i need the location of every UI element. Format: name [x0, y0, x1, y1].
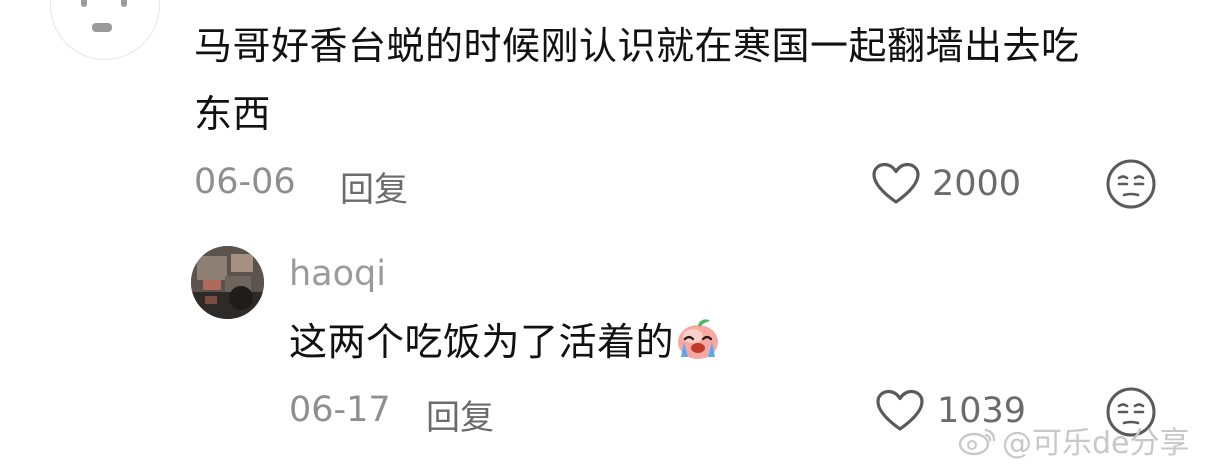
commenter-avatar[interactable]: [50, 0, 160, 60]
reply-button-2[interactable]: 回复: [426, 390, 494, 439]
heart-outline-icon[interactable]: [871, 162, 921, 206]
comment-date: 06-06: [194, 162, 296, 202]
weibo-watermark: @可乐de分享: [958, 420, 1190, 461]
reply-username[interactable]: haoqi: [289, 254, 386, 294]
weibo-logo-icon: [958, 424, 998, 456]
comment-text-line-2: 东西: [194, 92, 272, 136]
avatar-right-eye: [121, 0, 127, 7]
heart-outline-icon[interactable]: [875, 389, 925, 433]
avatar-left-eye: [81, 0, 87, 7]
reply-button[interactable]: 回复: [340, 162, 408, 211]
reply-user-avatar[interactable]: [191, 246, 264, 319]
reply-date: 06-17: [289, 390, 391, 430]
unamused-face-icon[interactable]: [1105, 158, 1157, 210]
comment-text-line-1: 马哥好香台蜕的时候刚认识就在寒国一起翻墙出去吃: [194, 24, 1080, 68]
reply-comment-text: 这两个吃饭为了活着的: [289, 314, 722, 370]
reply-text: 这两个吃饭为了活着的: [289, 320, 675, 364]
crying-peach-emoji: [674, 315, 722, 363]
avatar-mouth: [92, 23, 112, 32]
like-count: 2000: [932, 164, 1022, 204]
watermark-text: @可乐de分享: [1002, 426, 1190, 461]
